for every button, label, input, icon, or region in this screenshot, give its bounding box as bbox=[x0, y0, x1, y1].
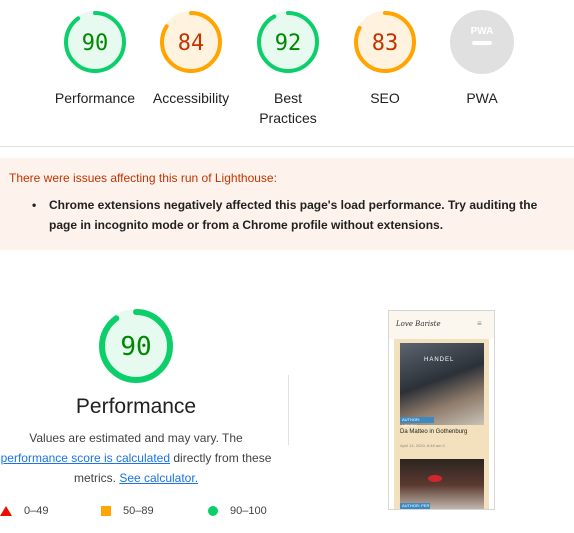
thumbnail-body: HANDEL AUTHOR: HENRIK Da Matteo in Gothe… bbox=[394, 339, 489, 509]
warning-box: There were issues affecting this run of … bbox=[0, 158, 574, 250]
gauge-score: 90 bbox=[82, 31, 109, 56]
author-tag: AUTHOR: HENRIK bbox=[400, 417, 434, 428]
author-tag: AUTHOR: PER bbox=[400, 503, 430, 509]
vertical-divider bbox=[288, 375, 289, 445]
pwa-dash-icon bbox=[472, 41, 492, 45]
legend-pass-label: 90–100 bbox=[230, 505, 267, 517]
performance-title: Performance bbox=[75, 395, 197, 418]
square-icon bbox=[101, 506, 111, 516]
warning-item-text: Chrome extensions negatively affected th… bbox=[49, 198, 538, 232]
thumbnail-meta: April 14, 2020, 8:48 am 0 bbox=[400, 443, 445, 448]
best-practices-gauge-ring: 92 bbox=[257, 11, 319, 73]
gauge-pwa[interactable]: PWA PWA bbox=[432, 10, 532, 108]
legend-fail-label: 0–49 bbox=[24, 505, 49, 517]
gauge-performance[interactable]: 90 Performance bbox=[45, 10, 145, 108]
legend-average: 50–89 bbox=[101, 505, 154, 517]
lips-logo-icon bbox=[428, 475, 442, 482]
legend-pass: 90–100 bbox=[208, 505, 267, 517]
thumbnail-logo: Love Bariste bbox=[396, 320, 441, 328]
gauge-best-practices[interactable]: 92 Best Practices bbox=[238, 10, 338, 128]
pwa-badge-icon: PWA bbox=[450, 10, 514, 74]
gauge-label: Best Practices bbox=[259, 90, 317, 126]
bullet-icon: • bbox=[32, 198, 37, 212]
gauge-accessibility[interactable]: 84 Accessibility bbox=[141, 10, 241, 108]
warning-list-item: • Chrome extensions negatively affected … bbox=[32, 195, 552, 235]
gauge-score: 92 bbox=[275, 31, 302, 56]
hamburger-menu-icon: ≡ bbox=[477, 319, 482, 328]
gauge-score: 84 bbox=[178, 31, 205, 56]
triangle-icon bbox=[0, 506, 12, 516]
page-screenshot-thumbnail[interactable]: Love Bariste ≡ HANDEL AUTHOR: HENRIK Da … bbox=[388, 310, 495, 510]
accessibility-gauge-ring: 84 bbox=[160, 11, 222, 73]
gauge-label: PWA bbox=[466, 90, 498, 106]
section-divider bbox=[0, 146, 574, 147]
thumbnail-header: Love Bariste ≡ bbox=[389, 311, 494, 339]
score-legend: 0–49 50–89 90–100 bbox=[0, 505, 300, 525]
pwa-badge-text: PWA bbox=[471, 26, 494, 37]
thumbnail-photo-cafe: HANDEL bbox=[400, 343, 484, 425]
gauge-label: Accessibility bbox=[152, 90, 230, 106]
see-calculator-link[interactable]: See calculator. bbox=[119, 471, 198, 485]
category-gauges: 90 Performance 84 Accessibility 92 Best … bbox=[0, 10, 574, 140]
big-gauge-score: 90 bbox=[120, 332, 151, 362]
thumbnail-photo-shop: AUTHOR: PER bbox=[400, 459, 484, 509]
score-calculated-link[interactable]: performance score is calculated bbox=[1, 451, 170, 465]
thumbnail-caption: Da Matteo in Gothenburg bbox=[400, 429, 468, 435]
warning-title: There were issues affecting this run of … bbox=[9, 171, 277, 185]
legend-fail: 0–49 bbox=[0, 505, 48, 517]
legend-average-label: 50–89 bbox=[123, 505, 154, 517]
performance-description: Values are estimated and may vary. The p… bbox=[0, 428, 272, 488]
gauge-label: SEO bbox=[370, 90, 400, 106]
shop-sign-text: HANDEL bbox=[424, 357, 455, 363]
desc-prefix: Values are estimated and may vary. The bbox=[29, 431, 243, 445]
performance-big-gauge: 90 bbox=[99, 309, 173, 383]
gauge-label: Performance bbox=[54, 90, 136, 106]
gauge-seo[interactable]: 83 SEO bbox=[335, 10, 435, 108]
circle-icon bbox=[208, 506, 218, 516]
gauge-score: 83 bbox=[372, 31, 399, 56]
performance-gauge-ring: 90 bbox=[64, 11, 126, 73]
seo-gauge-ring: 83 bbox=[354, 11, 416, 73]
